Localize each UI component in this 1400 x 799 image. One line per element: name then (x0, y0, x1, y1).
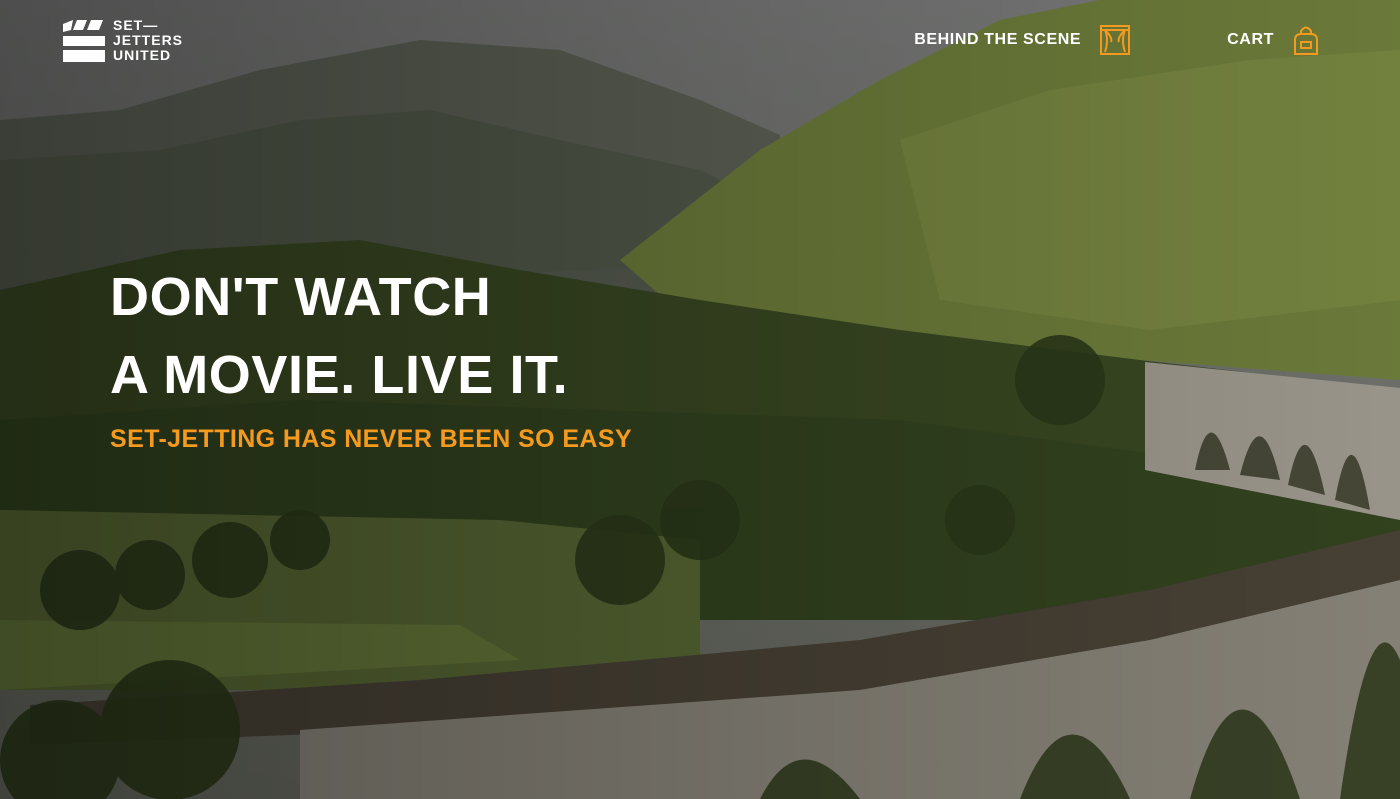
brand-name: SET— JETTERS UNITED (113, 18, 183, 63)
headline-line-2: A MOVIE. LIVE IT. (110, 345, 569, 405)
hero-headline: DON'T WATCH A MOVIE. LIVE IT. (110, 258, 568, 414)
cart-link[interactable]: CART (1227, 24, 1320, 56)
clapperboard-icon (63, 20, 105, 62)
brand-line-3: UNITED (113, 47, 172, 63)
brand-line-2: JETTERS (113, 32, 184, 48)
brand-line-1: SET— (113, 17, 159, 33)
headline-line-1: DON'T WATCH (110, 267, 492, 327)
cart-label: CART (1227, 31, 1274, 48)
brand-logo[interactable]: SET— JETTERS UNITED (61, 18, 183, 64)
behind-the-scene-link[interactable]: BEHIND THE SCENE (914, 24, 1131, 56)
hero-tagline: SET-JETTING HAS NEVER BEEN SO EASY (110, 425, 633, 453)
behind-the-scene-label: BEHIND THE SCENE (914, 31, 1082, 48)
theater-curtain-icon (1100, 25, 1131, 55)
top-nav: BEHIND THE SCENE CART (914, 24, 1320, 56)
shopping-bag-icon (1294, 26, 1318, 55)
